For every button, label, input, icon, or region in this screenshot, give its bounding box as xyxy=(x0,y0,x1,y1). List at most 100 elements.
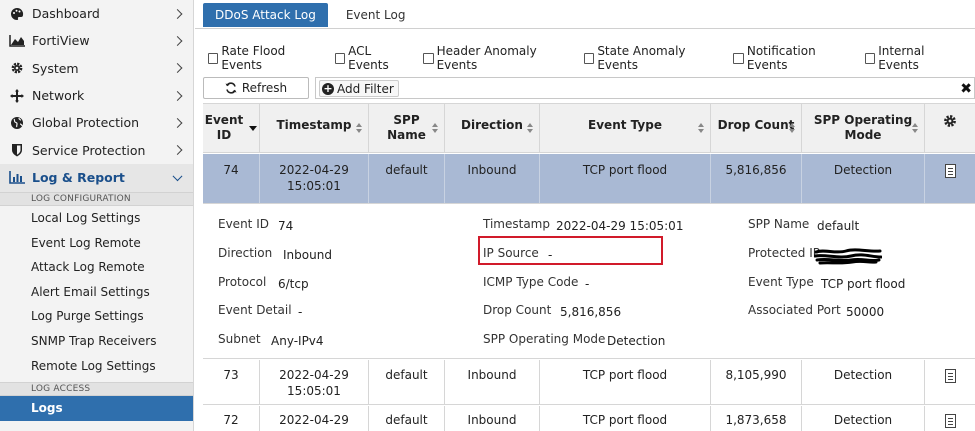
filter-rate-flood[interactable]: Rate Flood Events xyxy=(208,44,323,72)
filter-state-anomaly[interactable]: State Anomaly Events xyxy=(583,44,722,72)
tab-ddos-attack-log[interactable]: DDoS Attack Log xyxy=(203,3,328,27)
checkbox[interactable] xyxy=(864,52,876,64)
label-associated-port: Associated Port xyxy=(748,303,841,317)
sub-local-log-settings[interactable]: Local Log Settings xyxy=(0,206,193,231)
document-icon[interactable] xyxy=(944,164,956,178)
sub-log-purge-settings[interactable]: Log Purge Settings xyxy=(0,304,193,329)
clear-filter-icon[interactable]: ✖ xyxy=(960,82,972,96)
filter-internal[interactable]: Internal Events xyxy=(864,44,963,72)
cell-event-type: TCP port flood xyxy=(540,406,711,431)
gear-icon[interactable] xyxy=(943,114,957,128)
document-icon[interactable] xyxy=(944,369,956,383)
cell-details[interactable] xyxy=(925,406,975,431)
bar-chart-icon xyxy=(8,170,26,186)
value-spp-operating-mode: Detection xyxy=(607,334,666,348)
table-row[interactable]: 72 2022-04-29 default Inbound TCP port f… xyxy=(203,406,975,431)
checkbox[interactable] xyxy=(334,52,346,64)
shield-icon xyxy=(8,142,26,158)
cell-event-type: TCP port flood xyxy=(540,154,711,203)
network-arrows-icon xyxy=(8,88,26,104)
refresh-button[interactable]: Refresh xyxy=(203,77,309,99)
col-drop-count[interactable]: Drop Count xyxy=(711,104,802,152)
value-direction: Inbound xyxy=(283,248,332,262)
tab-event-log[interactable]: Event Log xyxy=(334,3,418,27)
checkbox[interactable] xyxy=(583,52,595,64)
cell-drop-count: 8,105,990 xyxy=(711,360,802,404)
cell-details[interactable] xyxy=(925,360,975,404)
filter-header-anomaly[interactable]: Header Anomaly Events xyxy=(423,44,572,72)
cell-event-id: 72 xyxy=(203,406,260,431)
value-event-id: 74 xyxy=(278,219,294,233)
nav-label: System xyxy=(32,60,79,76)
table-header: Event ID Timestamp SPP Name Direction Even… xyxy=(203,103,975,153)
section-log-access: LOG ACCESS xyxy=(0,381,193,396)
col-timestamp[interactable]: Timestamp xyxy=(260,104,369,152)
nav-label: Global Protection xyxy=(32,115,140,131)
toolbar: Refresh + Add Filter ✖ xyxy=(203,77,975,100)
col-settings[interactable] xyxy=(925,104,975,152)
sort-icon xyxy=(912,123,918,133)
sub-snmp-trap-receivers[interactable]: SNMP Trap Receivers xyxy=(0,329,193,354)
filter-notification[interactable]: Notification Events xyxy=(733,44,852,72)
filter-acl[interactable]: ACL Events xyxy=(334,44,411,72)
col-direction[interactable]: Direction xyxy=(445,104,540,152)
label-event-detail: Event Detail xyxy=(218,303,292,317)
sub-logs[interactable]: Logs xyxy=(0,395,193,421)
cell-direction: Inbound xyxy=(445,360,540,404)
col-event-type[interactable]: Event Type xyxy=(540,104,711,152)
value-drop-count: 5,816,856 xyxy=(560,305,622,319)
label-subnet: Subnet xyxy=(218,332,261,346)
add-filter-button[interactable]: + Add Filter xyxy=(319,80,399,97)
nav-dashboard[interactable]: Dashboard xyxy=(0,0,193,27)
event-detail-panel: Event ID 74 Direction Inbound Protocol 6… xyxy=(203,204,975,359)
cell-timestamp: 2022-04-29 15:05:01 xyxy=(260,154,369,203)
nav-system[interactable]: System xyxy=(0,55,193,82)
sub-alert-email-settings[interactable]: Alert Email Settings xyxy=(0,280,193,305)
cell-direction: Inbound xyxy=(445,154,540,203)
sort-icon xyxy=(432,123,438,133)
label-spp-operating-mode: SPP Operating Mode xyxy=(483,332,606,346)
cell-event-id: 74 xyxy=(203,154,260,203)
label-protected-ip: Protected IP xyxy=(748,246,821,260)
nav-log-report[interactable]: Log & Report xyxy=(0,163,193,192)
checkbox[interactable] xyxy=(423,52,434,64)
cell-spp-name: default xyxy=(369,154,445,203)
tab-bar: DDoS Attack Log Event Log xyxy=(203,3,417,28)
cell-spp-mode: Detection xyxy=(802,406,925,431)
table-row[interactable]: 74 2022-04-29 15:05:01 default Inbound TC… xyxy=(203,154,975,204)
nav-network[interactable]: Network xyxy=(0,82,193,109)
value-event-detail: - xyxy=(298,305,303,319)
nav-service-protection[interactable]: Service Protection xyxy=(0,136,193,163)
sub-event-log-remote[interactable]: Event Log Remote xyxy=(0,230,193,255)
document-icon[interactable] xyxy=(944,414,956,428)
table-row[interactable]: 73 2022-04-29 15:05:01 default Inbound TC… xyxy=(203,360,975,405)
chevron-right-icon xyxy=(172,8,183,19)
checkbox[interactable] xyxy=(733,52,744,64)
sub-remote-log-settings[interactable]: Remote Log Settings xyxy=(0,353,193,378)
value-ip-source: - xyxy=(548,248,553,262)
col-spp-operating-mode[interactable]: SPP Operating Mode xyxy=(802,104,925,152)
checkbox[interactable] xyxy=(208,52,219,64)
cell-event-id: 73 xyxy=(203,360,260,404)
refresh-icon xyxy=(225,82,237,94)
sub-attack-log-remote[interactable]: Attack Log Remote xyxy=(0,255,193,280)
section-log-configuration: LOG CONFIGURATION xyxy=(0,191,193,206)
chevron-right-icon xyxy=(172,63,183,74)
value-timestamp: 2022-04-29 15:05:01 xyxy=(556,219,684,233)
nav-global-protection[interactable]: Global Protection xyxy=(0,109,193,136)
col-event-id[interactable]: Event ID xyxy=(203,104,260,152)
tab-divider xyxy=(195,28,975,29)
cell-event-type: TCP port flood xyxy=(540,360,711,404)
cell-details[interactable] xyxy=(925,154,975,203)
cell-drop-count: 5,816,856 xyxy=(711,154,802,203)
filter-bar[interactable]: + Add Filter ✖ xyxy=(315,77,975,99)
plus-circle-icon: + xyxy=(322,81,334,95)
sort-icon xyxy=(698,123,704,133)
redacted-scribble xyxy=(813,248,883,265)
nav-fortiview[interactable]: FortiView xyxy=(0,27,193,54)
cell-timestamp: 2022-04-29 15:05:01 xyxy=(260,360,369,404)
value-associated-port: 50000 xyxy=(846,305,885,319)
col-spp-name[interactable]: SPP Name xyxy=(369,104,445,152)
cell-direction: Inbound xyxy=(445,406,540,431)
sort-icon xyxy=(527,123,533,133)
